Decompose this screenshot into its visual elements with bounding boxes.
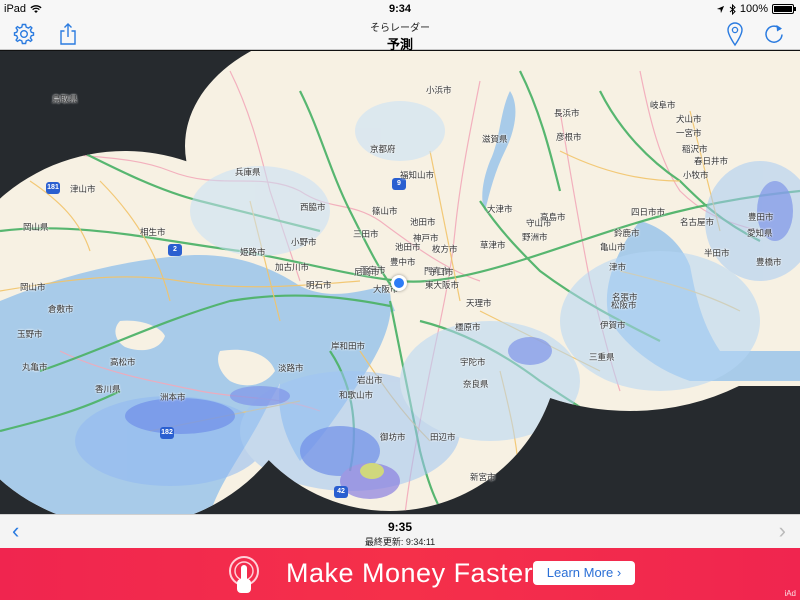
status-time: 9:34: [388, 3, 412, 15]
battery-icon: [772, 4, 796, 14]
route-badge: 181: [46, 182, 60, 194]
map-place-label: 稲沢市: [682, 144, 708, 154]
map-place-label: 豊田市: [748, 212, 774, 222]
status-right: 100%: [716, 3, 796, 15]
map-place-label: 犬山市: [676, 114, 702, 124]
location-arrow-icon: [716, 5, 724, 13]
map-place-label: 兵庫県: [235, 167, 261, 177]
app-name: そらレーダー: [370, 23, 430, 34]
map-place-label: 三田市: [353, 229, 379, 239]
map-place-label: 池田市: [410, 217, 436, 227]
map-place-label: 岸和田市: [331, 341, 366, 351]
map-place-label: 鳥取県: [52, 94, 78, 104]
map-place-label: 池田市: [395, 242, 421, 252]
map-place-label: 名古屋市: [680, 217, 715, 227]
route-badge: 42: [334, 486, 348, 498]
chevron-right-icon: ›: [616, 565, 622, 580]
battery-percent: 100%: [739, 3, 768, 15]
ad-headline: Make Money Faster: [286, 558, 534, 588]
map-place-label: 草津市: [480, 240, 506, 250]
map-place-label: 彦根市: [556, 132, 582, 142]
map-place-label: 鈴鹿市: [614, 228, 640, 238]
map-place-label: 津山市: [70, 184, 96, 194]
radar-map[interactable]: 181 2 9 42 182 鳥取県 兵庫県 京都府 滋賀県 岐阜市 犬山市 長浜市 彦根市稲…: [0, 51, 800, 514]
map-place-label: 名張市: [612, 292, 638, 302]
map-place-label: 四日市市: [631, 207, 666, 217]
map-place-label: 高島市: [540, 212, 566, 222]
map-place-label: 岐阜市: [650, 100, 676, 110]
map-place-label: 奈良県: [463, 379, 489, 389]
map-place-label: 春日井市: [694, 156, 729, 166]
map-place-label: 西脇市: [300, 202, 326, 212]
route-badge: 182: [160, 427, 174, 439]
map-place-label: 橿原市: [455, 322, 481, 332]
map-place-label: 京都府: [370, 144, 396, 154]
map-place-label: 篠山市: [372, 206, 398, 216]
map-place-label: 小浜市: [426, 85, 452, 95]
ad-banner[interactable]: Make Money Faster Learn More › iAd: [0, 548, 800, 600]
map-place-label: 愛知県: [747, 228, 773, 238]
refresh-icon: [765, 25, 783, 43]
map-pin-icon: [727, 22, 743, 47]
map-place-label: 倉敷市: [48, 304, 74, 314]
map-place-label: 香川県: [95, 384, 121, 394]
map-place-label: 岩出市: [357, 375, 383, 385]
map-place-label: 岡山県: [23, 222, 49, 232]
map-place-label: 大津市: [487, 204, 513, 214]
forecast-time: 9:35: [387, 520, 413, 534]
current-location-marker: [391, 275, 407, 291]
map-place-label: 尼崎市: [354, 267, 380, 277]
map-place-label: 東大阪市: [425, 280, 460, 290]
map-place-label: 田辺市: [430, 432, 456, 442]
next-frame-button[interactable]: ›: [779, 520, 786, 542]
iad-tag: iAd: [784, 589, 796, 598]
map-place-label: 滋賀県: [482, 134, 508, 144]
map-place-label: 枚方市: [432, 244, 458, 254]
map-place-label: 御坊市: [380, 432, 406, 442]
learn-more-button[interactable]: Learn More ›: [533, 561, 635, 585]
nav-title: そらレーダー 予測: [0, 19, 800, 53]
map-place-label: 丸亀市: [22, 362, 48, 372]
map-place-label: 小野市: [291, 237, 317, 247]
location-button[interactable]: [721, 20, 749, 48]
time-bar: ‹ 9:35 最終更新: 9:34:11 ›: [0, 514, 800, 548]
map-place-label: 岡山市: [20, 282, 46, 292]
map-place-label: 豊中市: [390, 257, 416, 267]
map-place-label: 三重県: [589, 352, 615, 362]
map-place-label: 一宮市: [676, 128, 702, 138]
battery-fill: [774, 6, 792, 12]
map-place-label: 小牧市: [683, 170, 709, 180]
map-place-label: 洲本市: [160, 392, 186, 402]
learn-more-label: Learn More: [546, 565, 614, 580]
map-place-label: 姫路市: [240, 247, 266, 257]
map-place-label: 亀山市: [600, 242, 626, 252]
map-place-label: 高松市: [110, 357, 136, 367]
status-bar: iPad 9:34 100%: [0, 0, 800, 18]
map-place-label: 半田市: [704, 248, 730, 258]
refresh-button[interactable]: [760, 20, 788, 48]
last-updated: 最終更新: 9:34:11: [364, 537, 436, 547]
map-place-label: 伊賀市: [600, 320, 626, 330]
finger-tap-icon: [229, 556, 259, 593]
map-place-label: 豊橋市: [756, 257, 782, 267]
map-place-label: 長浜市: [554, 108, 580, 118]
map-place-label: 守口市: [428, 267, 454, 277]
map-place-label: 相生市: [140, 227, 166, 237]
map-place-label: 玉野市: [17, 329, 43, 339]
nav-bar: そらレーダー 予測: [0, 18, 800, 53]
map-place-label: 明石市: [306, 280, 332, 290]
map-place-label: 天理市: [466, 298, 492, 308]
map-place-label: 宇陀市: [460, 357, 486, 367]
route-badge: 2: [168, 244, 182, 256]
bluetooth-icon: [729, 3, 736, 15]
map-place-label: 和歌山市: [339, 390, 374, 400]
map-place-label: 新宮市: [470, 472, 496, 482]
map-place-label: 加古川市: [275, 262, 310, 272]
map-place-label: 野洲市: [522, 232, 548, 242]
map-place-label: 福知山市: [400, 170, 435, 180]
map-place-label: 淡路市: [278, 363, 304, 373]
map-place-label: 津市: [609, 262, 627, 272]
